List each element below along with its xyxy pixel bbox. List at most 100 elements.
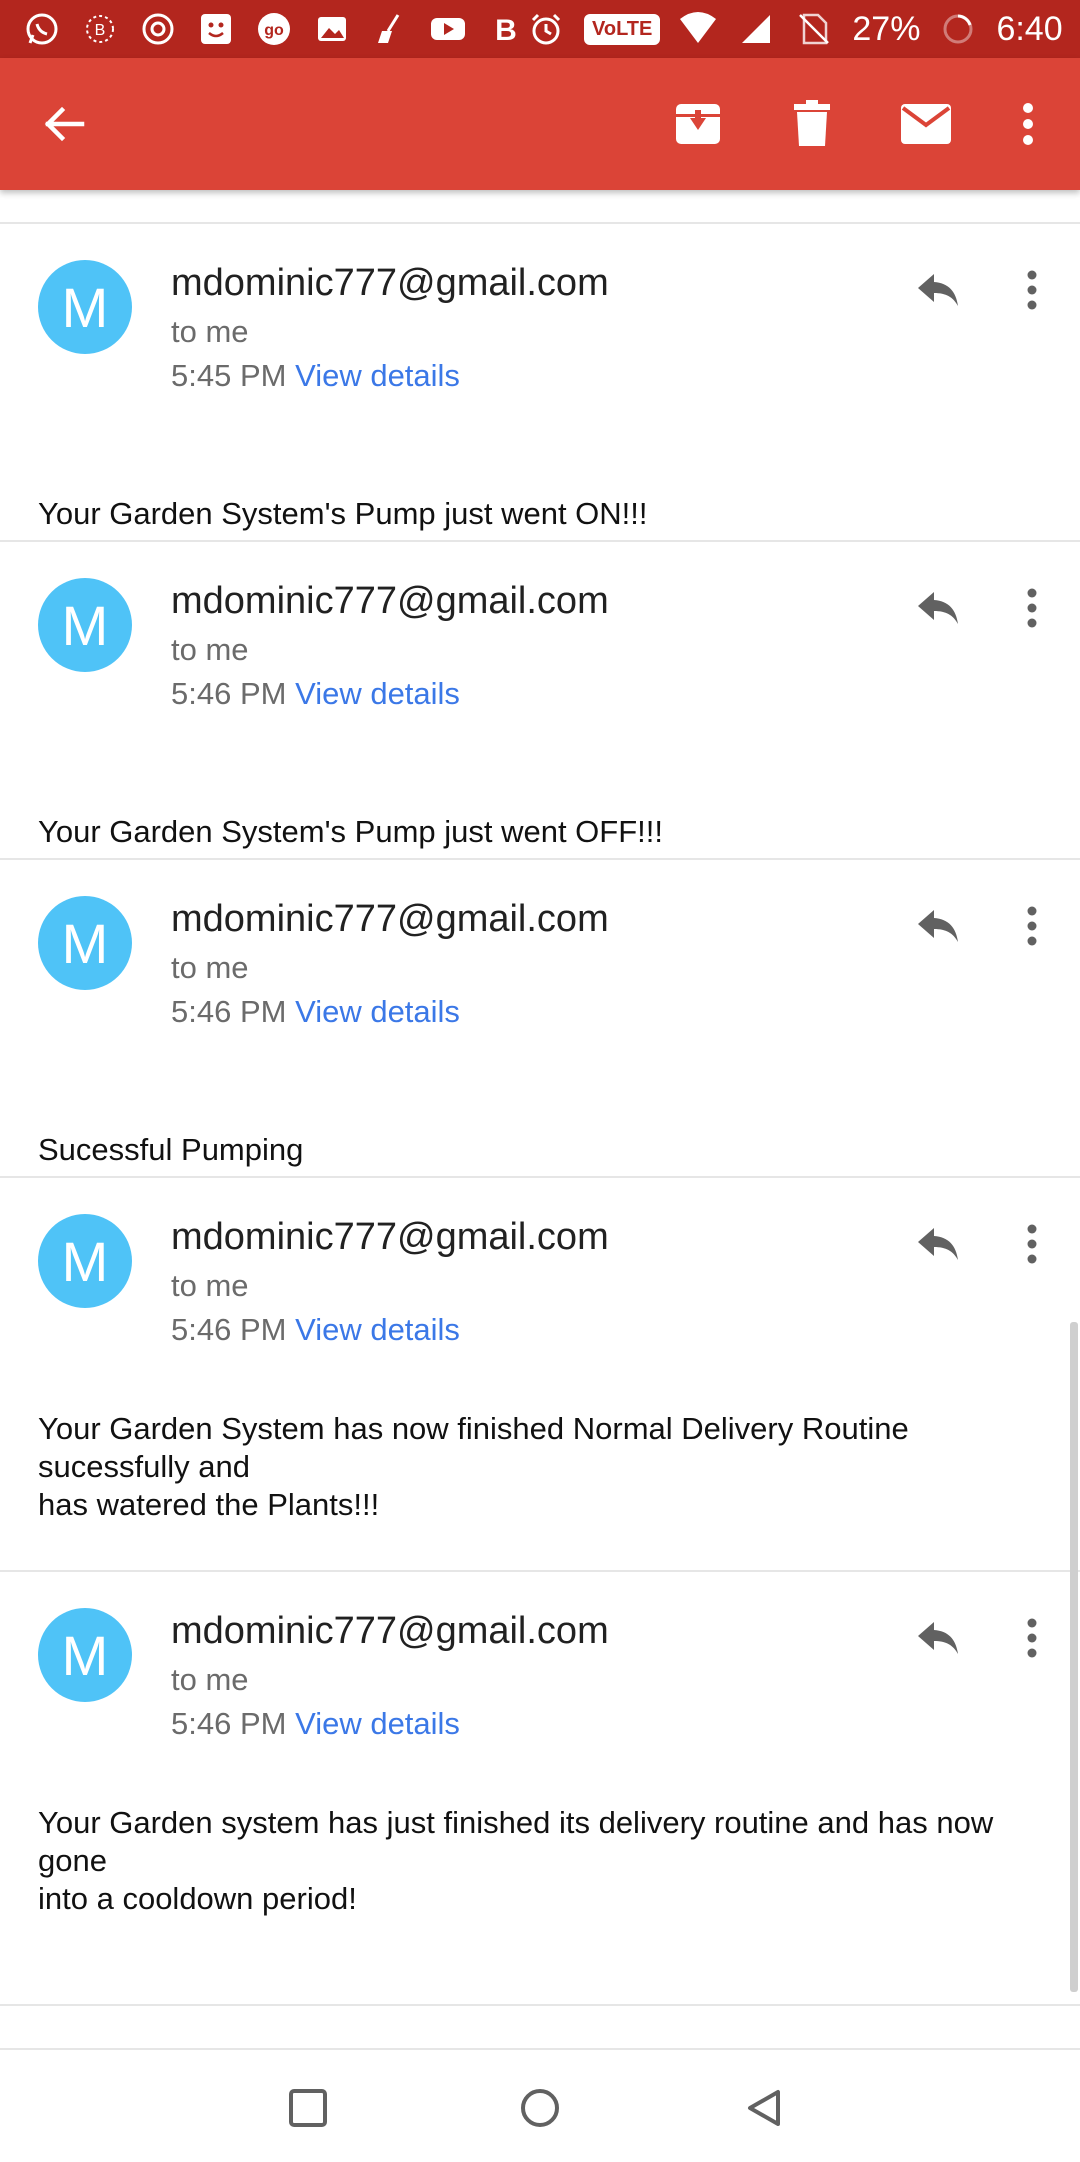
reply-button[interactable] <box>908 1608 968 1668</box>
recipient-label[interactable]: to me <box>171 632 249 668</box>
message-time: 5:46 PM <box>171 1312 287 1347</box>
battery-ring-icon <box>938 9 978 49</box>
gallery-icon <box>312 9 352 49</box>
notification-icons: B go B <box>22 9 526 49</box>
message-time: 5:45 PM <box>171 358 287 393</box>
volte-badge: VoLTE <box>584 13 661 45</box>
message-body: Your Garden System's Pump just went OFF!… <box>38 814 664 849</box>
back-arrow-icon <box>44 106 85 142</box>
recents-square-icon <box>289 2089 327 2127</box>
message-body: Your Garden System has now finished Norm… <box>38 1411 909 1522</box>
view-details-link[interactable]: View details <box>295 1706 460 1741</box>
sender-email: mdominic777@gmail.com <box>171 1610 609 1652</box>
home-circle-icon <box>521 2089 559 2127</box>
view-details-link[interactable]: View details <box>295 358 460 393</box>
message-time: 5:46 PM <box>171 994 287 1029</box>
message-meta: 5:45 PM View details <box>171 358 460 394</box>
reply-icon <box>918 592 958 624</box>
message-more-button[interactable] <box>1010 1214 1054 1274</box>
message-meta: 5:46 PM View details <box>171 1706 460 1742</box>
message-body: Your Garden system has just finished its… <box>38 1805 994 1916</box>
recents-button[interactable] <box>278 2078 338 2138</box>
view-details-link[interactable]: View details <box>295 1312 460 1347</box>
avatar[interactable]: M <box>38 1214 132 1308</box>
recipient-label[interactable]: to me <box>171 950 249 986</box>
avatar[interactable]: M <box>38 896 132 990</box>
chrome-icon <box>138 9 178 49</box>
clock: 6:40 <box>996 9 1063 48</box>
more-vert-icon <box>1023 103 1033 145</box>
smiley-app-icon <box>196 9 236 49</box>
message-card[interactable]: M mdominic777@gmail.com to me 5:46 PM Vi… <box>0 540 1080 858</box>
back-button[interactable] <box>30 90 98 158</box>
sender-email: mdominic777@gmail.com <box>171 898 609 940</box>
message-body: Your Garden System's Pump just went ON!!… <box>38 496 648 531</box>
status-bar: B go B VoLTE 27% 6:40 <box>0 0 1080 58</box>
scrollbar[interactable] <box>1070 1322 1078 1992</box>
reply-icon <box>918 1622 958 1654</box>
archive-icon <box>676 104 720 144</box>
message-card[interactable]: M mdominic777@gmail.com to me 5:46 PM Vi… <box>0 1176 1080 1570</box>
wifi-icon <box>678 9 718 49</box>
back-triangle-icon <box>748 2090 780 2126</box>
svg-text:B: B <box>95 22 106 39</box>
sender-email: mdominic777@gmail.com <box>171 262 609 304</box>
view-details-link[interactable]: View details <box>295 676 460 711</box>
archive-button[interactable] <box>664 90 732 158</box>
more-vert-icon <box>1027 1618 1037 1658</box>
mark-unread-icon <box>901 104 951 144</box>
navigation-bar <box>0 2048 1080 2162</box>
b-app-icon: B <box>486 9 526 49</box>
message-more-button[interactable] <box>1010 260 1054 320</box>
message-time: 5:46 PM <box>171 1706 287 1741</box>
more-options-button[interactable] <box>994 90 1062 158</box>
whatsapp-icon <box>22 9 62 49</box>
avatar[interactable]: M <box>38 1608 132 1702</box>
recipient-label[interactable]: to me <box>171 314 249 350</box>
reply-icon <box>918 910 958 942</box>
youtube-icon <box>428 9 468 49</box>
message-card[interactable]: M mdominic777@gmail.com to me 5:46 PM Vi… <box>0 1570 1080 2006</box>
message-meta: 5:46 PM View details <box>171 994 460 1030</box>
sender-email: mdominic777@gmail.com <box>171 580 609 622</box>
alarm-icon <box>526 9 566 49</box>
message-more-button[interactable] <box>1010 1608 1054 1668</box>
recipient-label[interactable]: to me <box>171 1268 249 1304</box>
message-more-button[interactable] <box>1010 578 1054 638</box>
svg-text:go: go <box>264 22 284 39</box>
recipient-label[interactable]: to me <box>171 1662 249 1698</box>
signal-icon <box>736 9 776 49</box>
toolbar <box>0 58 1080 190</box>
go-app-icon: go <box>254 9 294 49</box>
reply-button[interactable] <box>908 896 968 956</box>
svg-text:B: B <box>495 14 517 47</box>
reply-button[interactable] <box>908 578 968 638</box>
delete-button[interactable] <box>778 90 846 158</box>
view-details-link[interactable]: View details <box>295 994 460 1029</box>
reply-icon <box>918 274 958 306</box>
cleaner-icon <box>370 9 410 49</box>
no-sim-icon <box>794 9 834 49</box>
avatar[interactable]: M <box>38 260 132 354</box>
system-icons: VoLTE 27% 6:40 <box>526 9 1063 49</box>
message-meta: 5:46 PM View details <box>171 1312 460 1348</box>
message-card[interactable]: M mdominic777@gmail.com to me 5:46 PM Vi… <box>0 858 1080 1176</box>
message-body: Sucessful Pumping <box>38 1132 304 1167</box>
more-vert-icon <box>1027 906 1037 946</box>
mark-unread-button[interactable] <box>892 90 960 158</box>
battery-percentage: 27% <box>852 9 921 48</box>
back-nav-button[interactable] <box>734 2078 794 2138</box>
message-card[interactable]: M mdominic777@gmail.com to me 5:45 PM Vi… <box>0 222 1080 540</box>
reply-icon <box>918 1228 958 1260</box>
message-time: 5:46 PM <box>171 676 287 711</box>
avatar[interactable]: M <box>38 578 132 672</box>
home-button[interactable] <box>510 2078 570 2138</box>
reply-button[interactable] <box>908 260 968 320</box>
message-more-button[interactable] <box>1010 896 1054 956</box>
message-meta: 5:46 PM View details <box>171 676 460 712</box>
message-thread: M mdominic777@gmail.com to me 5:45 PM Vi… <box>0 190 1080 2048</box>
more-vert-icon <box>1027 588 1037 628</box>
bluetooth-b-icon: B <box>80 9 120 49</box>
more-vert-icon <box>1027 1224 1037 1264</box>
reply-button[interactable] <box>908 1214 968 1274</box>
